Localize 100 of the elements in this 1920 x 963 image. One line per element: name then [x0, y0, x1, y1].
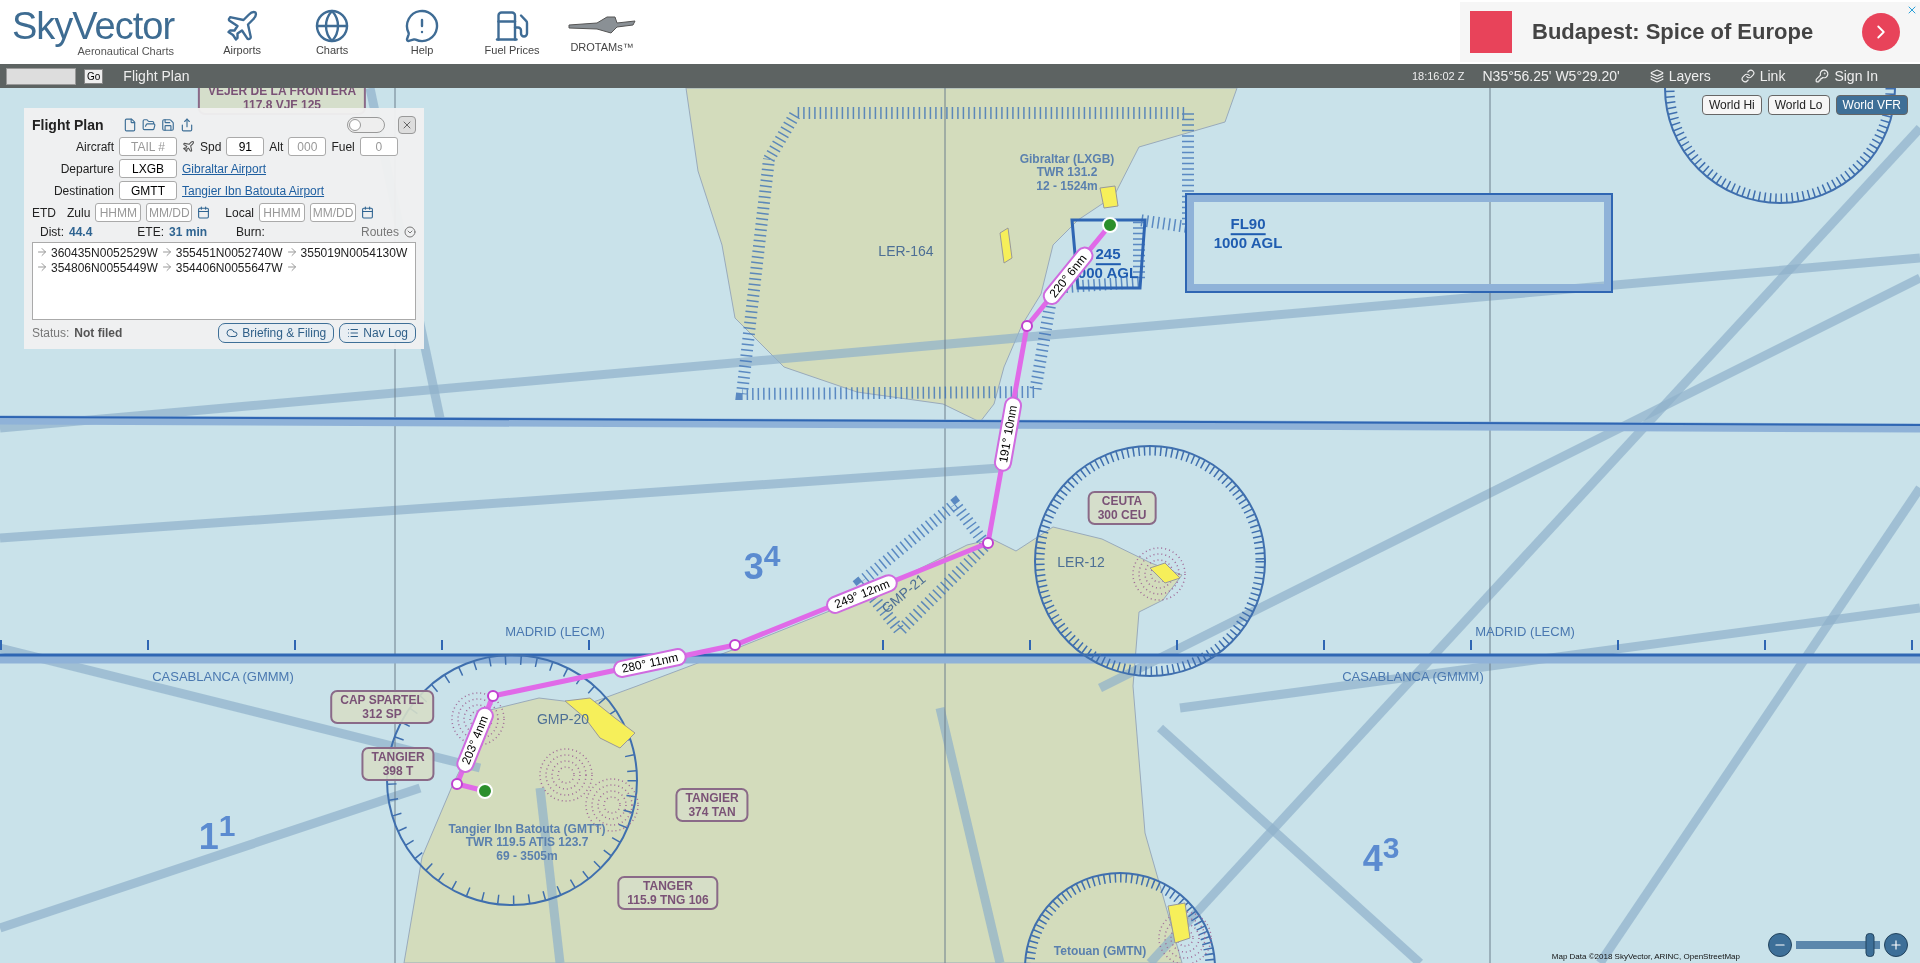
panel-button[interactable]: Briefing & Filing	[218, 323, 335, 343]
ndb-symbol	[1158, 911, 1212, 963]
search-field[interactable]	[6, 67, 76, 85]
chart-layer-button[interactable]: World Lo	[1767, 95, 1830, 115]
logo[interactable]: SkyVector	[12, 7, 175, 45]
globe-icon	[314, 8, 351, 44]
link-icon	[1740, 69, 1755, 83]
help-icon	[404, 8, 441, 44]
fuel-field[interactable]: 0	[359, 137, 398, 156]
panel-button[interactable]: Nav Log	[339, 323, 416, 343]
cursor-coordinates: N35°56.25' W5°29.20'	[1482, 68, 1620, 84]
field-label: Fuel	[331, 139, 355, 154]
field-label: Zulu	[67, 205, 91, 220]
stat-value: 31 min	[169, 225, 208, 239]
cloud-icon	[226, 327, 239, 339]
time-field[interactable]: HHMM	[259, 203, 306, 222]
waypoint: 355019N0054130W	[300, 246, 408, 260]
share-icon[interactable]	[179, 118, 194, 132]
date-field[interactable]: MM/DD	[146, 203, 193, 222]
airplane-icon	[182, 140, 195, 153]
save-icon[interactable]	[160, 118, 175, 132]
close-icon[interactable]	[1906, 4, 1918, 16]
routes-link[interactable]: Routes	[360, 225, 399, 239]
time-field[interactable]: HHMM	[95, 203, 142, 222]
built-up-area	[1099, 185, 1119, 209]
status-label: Status:	[32, 326, 70, 340]
zoom-slider-thumb[interactable]	[1865, 933, 1875, 957]
stat-value: 44.4	[69, 225, 93, 239]
waypoint: 360435N0052529W	[51, 246, 158, 260]
airport-code-field[interactable]: GMTT	[119, 181, 177, 200]
ndb-symbol	[539, 748, 593, 802]
waypoint-marker	[487, 690, 499, 702]
waypoint: 354806N0055449W	[51, 261, 158, 275]
altitude-field[interactable]: 000	[288, 137, 327, 156]
chart-layer-button[interactable]: World Hi	[1701, 95, 1762, 115]
field-label: Spd	[200, 139, 222, 154]
arrow-right-icon	[160, 261, 173, 273]
calendar-icon[interactable]	[197, 206, 211, 219]
waypoint-marker	[729, 639, 741, 651]
nav-link[interactable]: DROTAMs™	[566, 11, 639, 53]
close-button[interactable]	[398, 116, 416, 134]
folder-icon[interactable]	[141, 118, 156, 132]
zoom-out-button[interactable]	[1768, 933, 1792, 957]
airport-marker	[477, 783, 493, 799]
nav-link[interactable]: Charts	[296, 8, 369, 56]
airport-label: Tetouan (GMTN)	[1053, 945, 1147, 959]
airport-code-field[interactable]: LXGB	[119, 159, 177, 178]
toolbar-link[interactable]: Layers	[1649, 68, 1711, 84]
arrow-right-icon	[285, 261, 298, 273]
chevron-down-icon[interactable]	[404, 226, 416, 238]
waypoint-marker	[982, 537, 994, 549]
go-button[interactable]: Go	[84, 68, 104, 84]
navaid-label: TANGER 115.9 TNG 106	[617, 876, 719, 910]
waypoint: 354406N0055647W	[175, 261, 283, 275]
toggle-switch[interactable]	[347, 117, 385, 133]
field-label: Alt	[269, 139, 284, 154]
status-value: Not filed	[74, 326, 123, 340]
airport-marker	[1102, 217, 1118, 233]
ad-open-button[interactable]	[1862, 13, 1900, 51]
navaid-label: CEUTA 300 CEU	[1087, 491, 1157, 525]
waypoint-marker	[1021, 320, 1033, 332]
field-label: Destination	[52, 183, 114, 198]
flight-plan-link[interactable]: Flight Plan	[123, 68, 190, 84]
nav-link[interactable]: Airports	[206, 8, 279, 56]
airport-link[interactable]: Gibraltar Airport	[182, 161, 267, 176]
arrow-right-icon	[160, 246, 173, 258]
airspace-label: LER-12	[1057, 555, 1105, 571]
region-label: MADRID (LECM)	[1475, 624, 1575, 640]
fuel-pump-icon	[494, 8, 531, 44]
region-label: MADRID (LECM)	[505, 624, 605, 640]
nav-link[interactable]: Help	[386, 8, 459, 56]
toolbar-link[interactable]: Sign In	[1815, 68, 1878, 84]
waypoint-marker	[451, 778, 463, 790]
new-file-icon[interactable]	[122, 118, 137, 132]
map-attribution: Map Data ©2018 SkyVector, ARINC, OpenStreetMap	[1551, 952, 1740, 961]
airspace-label: LER-164	[878, 244, 934, 260]
map-background[interactable]	[0, 88, 1920, 963]
advertisement-banner[interactable]: Budapest: Spice of Europe	[1460, 2, 1920, 62]
chart-layer-button[interactable]: World VFR	[1835, 95, 1908, 115]
toolbar-link[interactable]: Link	[1740, 68, 1786, 84]
panel-title: Flight Plan	[32, 117, 104, 133]
calendar-icon[interactable]	[361, 206, 375, 219]
altitude-label: FL90 1000 AGL	[1213, 216, 1283, 252]
speed-field[interactable]: 91	[226, 137, 265, 156]
aircraft-field[interactable]: TAIL #	[119, 137, 177, 156]
stat-label: Burn:	[236, 225, 265, 239]
region-label: CASABLANCA (GMMM)	[152, 669, 294, 685]
airport-link[interactable]: Tangier Ibn Batouta Airport	[182, 183, 325, 198]
ad-logo	[1470, 11, 1512, 53]
date-field[interactable]: MM/DD	[310, 203, 357, 222]
nav-link[interactable]: Fuel Prices	[476, 8, 549, 56]
zoom-in-button[interactable]	[1884, 933, 1908, 957]
quadrant-label: 4$^{3}$	[1362, 830, 1400, 880]
key-icon	[1815, 69, 1830, 83]
navaid-label: CAP SPARTEL 312 SP	[330, 690, 434, 724]
list-icon	[347, 327, 360, 339]
navaid-label: TANGIER 398 T	[361, 747, 435, 781]
arrow-right-icon	[285, 246, 298, 258]
route-field[interactable]: 360435N0052529W 355451N0052740W 355019N0054130W 354806N0055449W 354406N0055647W	[32, 242, 416, 320]
field-label: Aircraft	[75, 139, 114, 154]
